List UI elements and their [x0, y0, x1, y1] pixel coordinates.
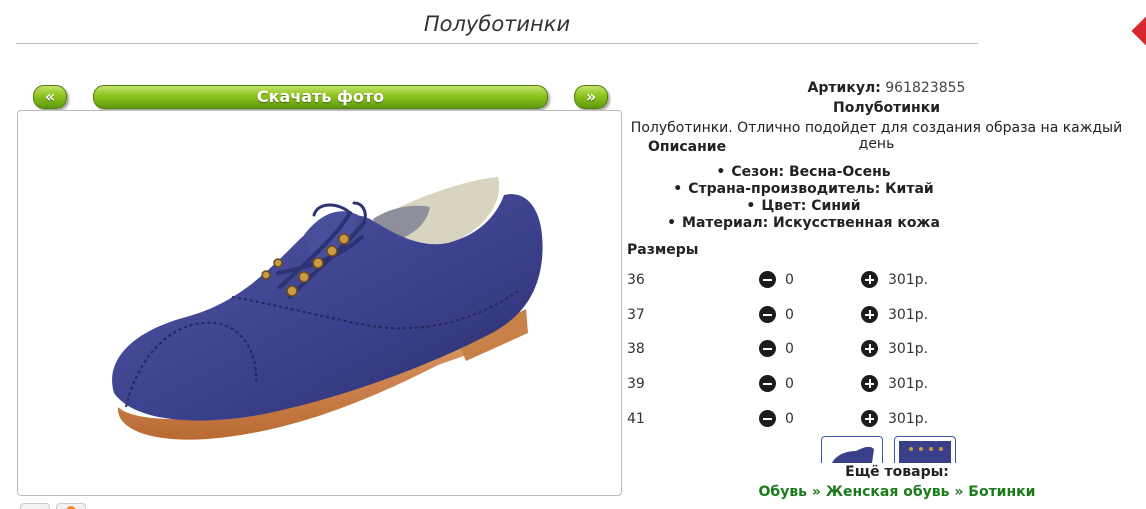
quantity-value: 0	[785, 341, 794, 357]
decrease-qty-icon[interactable]	[759, 375, 776, 392]
page-title: Полуботинки	[423, 12, 571, 36]
price-value: 301р.	[888, 307, 929, 323]
description-heading: Описание	[648, 139, 727, 155]
size-row: 41 0 301р.	[627, 409, 1047, 431]
crumb-separator: »	[954, 484, 964, 500]
sizes-heading: Размеры	[627, 242, 699, 258]
size-label: 36	[627, 272, 645, 288]
share-button[interactable]	[20, 503, 50, 509]
quantity-value: 0	[785, 411, 794, 427]
size-label: 39	[627, 376, 645, 392]
crumb-link[interactable]: Ботинки	[968, 484, 1035, 500]
sku-value: 961823855	[885, 80, 966, 96]
size-row: 39 0 301р.	[627, 374, 1047, 396]
decrease-qty-icon[interactable]	[759, 340, 776, 357]
social-share-icon[interactable]	[56, 503, 86, 509]
photo-thumbnail[interactable]	[821, 436, 883, 463]
increase-qty-icon[interactable]	[861, 271, 878, 288]
title-divider	[16, 43, 978, 44]
crumb-link[interactable]: Женская обувь	[826, 484, 950, 500]
crumb-separator: »	[811, 484, 821, 500]
quantity-value: 0	[785, 376, 794, 392]
sku-label: Артикул:	[807, 80, 881, 96]
sku-line: Артикул: 961823855	[627, 80, 1146, 96]
price-value: 301р.	[888, 411, 929, 427]
crumb-link[interactable]: Обувь	[759, 484, 808, 500]
size-label: 38	[627, 341, 645, 357]
quantity-value: 0	[785, 307, 794, 323]
decrease-qty-icon[interactable]	[759, 306, 776, 323]
more-products-heading: Ещё товары:	[845, 464, 949, 480]
shoe-thumbnail-image	[832, 446, 874, 463]
shoe-thumbnail-image	[899, 441, 951, 463]
prev-photo-button[interactable]: «	[33, 85, 67, 109]
size-row: 37 0 301р.	[627, 305, 1047, 327]
increase-qty-icon[interactable]	[861, 375, 878, 392]
size-label: 41	[627, 411, 645, 427]
price-value: 301р.	[888, 272, 929, 288]
decrease-qty-icon[interactable]	[759, 271, 776, 288]
quantity-value: 0	[785, 272, 794, 288]
decrease-qty-icon[interactable]	[759, 410, 776, 427]
product-name: Полуботинки	[832, 100, 941, 116]
increase-qty-icon[interactable]	[861, 410, 878, 427]
photo-thumbnail[interactable]	[894, 436, 956, 463]
increase-qty-icon[interactable]	[861, 340, 878, 357]
product-page: Полуботинки « Скачать фото » Артикул: 96…	[0, 0, 1146, 509]
attribute-item: Сезон: Весна-Осень	[461, 164, 1146, 181]
category-breadcrumb: Обувь » Женская обувь » Ботинки	[627, 484, 1146, 500]
price-value: 301р.	[888, 376, 929, 392]
increase-qty-icon[interactable]	[861, 306, 878, 323]
size-row: 38 0 301р.	[627, 339, 1047, 361]
download-photo-button[interactable]: Скачать фото	[93, 85, 548, 109]
attribute-item: Страна-производитель: Китай	[461, 181, 1146, 198]
size-label: 37	[627, 307, 645, 323]
attribute-item: Материал: Искусственная кожа	[461, 215, 1146, 232]
size-row: 36 0 301р.	[627, 270, 1047, 292]
corner-badge-icon	[1131, 15, 1146, 47]
price-value: 301р.	[888, 341, 929, 357]
next-photo-button[interactable]: »	[574, 85, 608, 109]
attribute-item: Цвет: Синий	[461, 198, 1146, 215]
attribute-list: Сезон: Весна-Осень Страна-производитель:…	[627, 164, 1146, 232]
